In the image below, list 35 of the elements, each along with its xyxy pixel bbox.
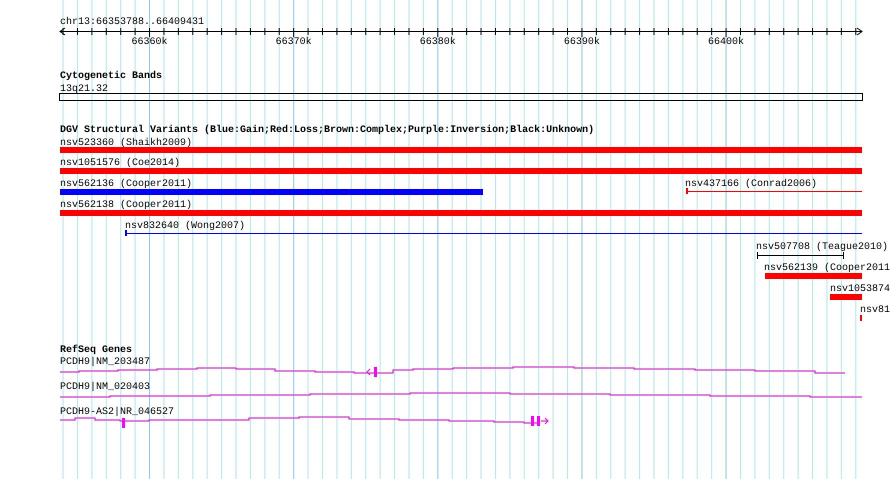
variant-bar[interactable] [60, 189, 483, 195]
variant-bar[interactable] [830, 294, 862, 300]
track-title: DGV Structural Variants (Blue:Gain;Red:Loss;Brown:Complex;Purple:Inversion;Black:Unknown) [60, 125, 594, 136]
track-title: Cytogenetic Bands [60, 71, 162, 82]
band-label: 13q21.32 [60, 84, 108, 95]
variant-interval[interactable] [757, 252, 844, 259]
variant-label: nsv562138 (Cooper2011) [60, 200, 192, 211]
ruler-tick-label: 66380k [420, 37, 456, 48]
variant-label: nsv523360 (Shaikh2009) [60, 138, 192, 149]
gene-model[interactable] [60, 392, 862, 398]
variant-label: nsv437166 (Conrad2006) [685, 179, 818, 190]
variant-label: nsv507708 (Teague2010) [756, 242, 888, 253]
variant-line[interactable] [686, 188, 862, 194]
variant-label: nsv81 [860, 305, 890, 316]
region-label: chr13:66353788..66409431 [60, 17, 204, 28]
variant-bar[interactable] [60, 168, 862, 174]
gene-label: PCDH9|NM_203487 [60, 357, 150, 368]
gene-model[interactable] [60, 416, 549, 428]
ruler-tick-label: 66400k [708, 37, 744, 48]
variant-label: nsv1053874 [830, 284, 890, 295]
ruler-tick-label: 66370k [276, 37, 312, 48]
variant-label: nsv1051576 (Coe2014) [60, 158, 180, 169]
ruler-tick-label: 66360k [132, 37, 168, 48]
variant-bar[interactable] [60, 210, 862, 216]
variant-label: nsv562139 (Cooper2011 [764, 263, 890, 274]
track-title: RefSeq Genes [60, 345, 132, 356]
variant-bar[interactable] [765, 273, 862, 279]
gene-label: PCDH9-AS2|NR_046527 [60, 407, 174, 418]
variant-bar[interactable] [60, 147, 862, 153]
variant-line[interactable] [125, 230, 862, 236]
gene-model[interactable] [60, 366, 846, 377]
ruler-tick-label: 66390k [564, 37, 600, 48]
gene-label: PCDH9|NM_020403 [60, 382, 150, 393]
variant-label: nsv562136 (Cooper2011) [60, 179, 192, 190]
variant-label: nsv832640 (Wong2007) [125, 221, 246, 232]
